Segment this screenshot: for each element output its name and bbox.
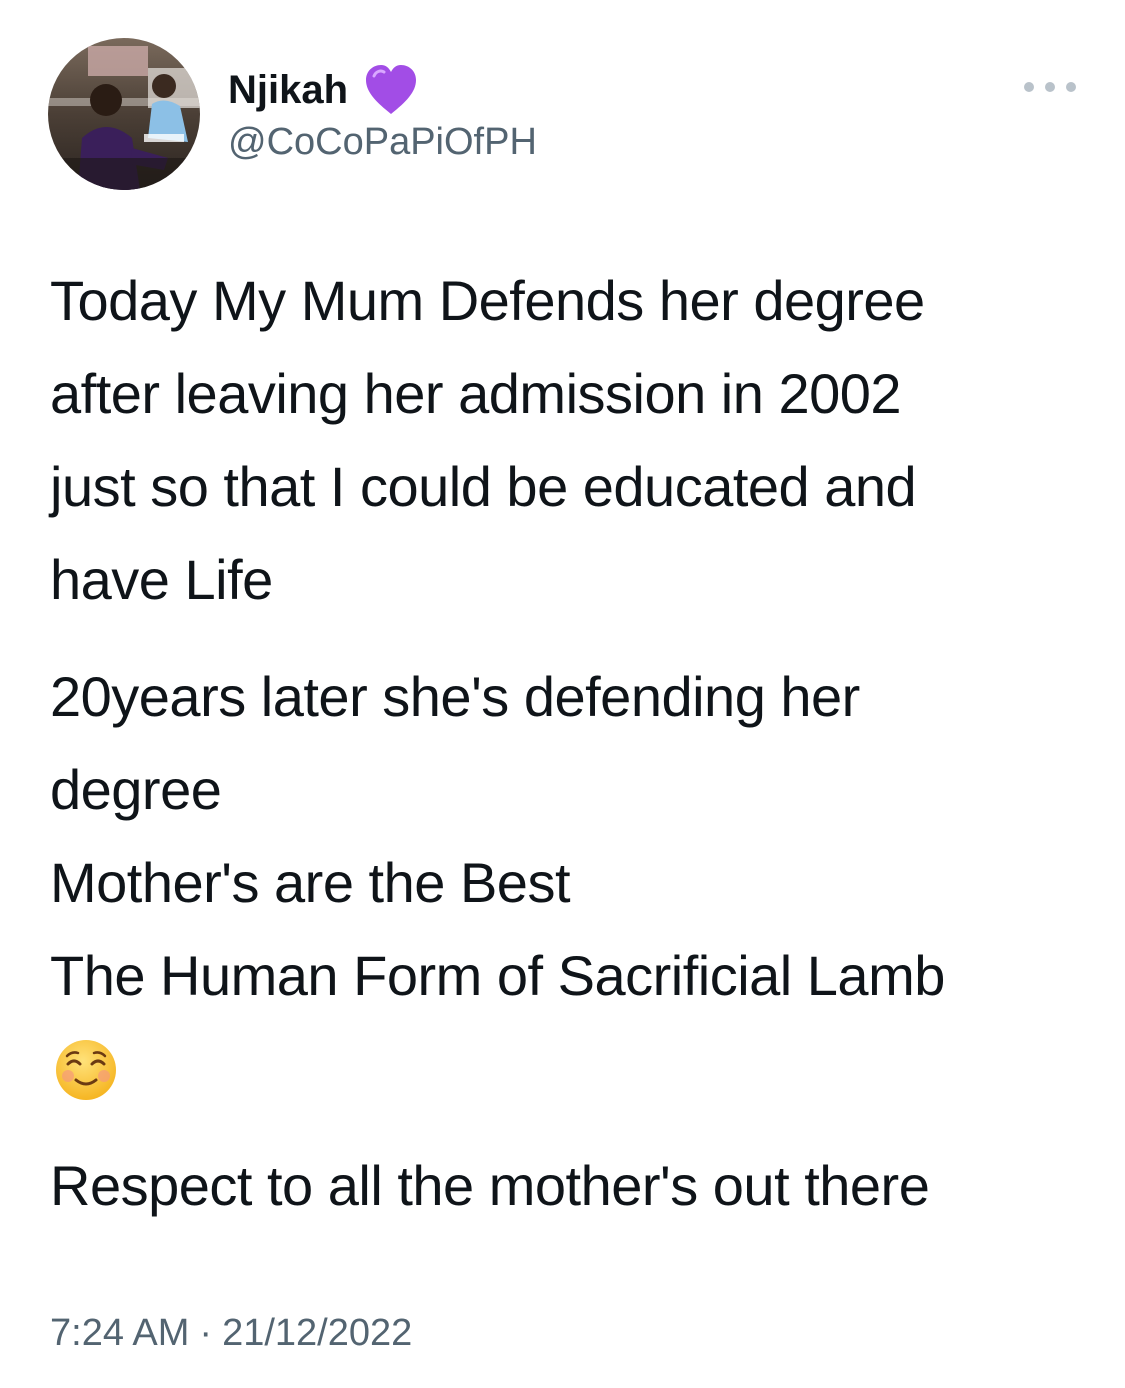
- author-name-row: Njikah: [228, 60, 418, 120]
- more-dot: [1024, 82, 1034, 92]
- tweet-date: 21/12/2022: [222, 1312, 413, 1354]
- tweet-line: Respect to all the mother's out there: [50, 1154, 930, 1217]
- tweet-time: 7:24 AM: [50, 1312, 190, 1354]
- more-dot: [1045, 82, 1055, 92]
- tweet-line: degree: [50, 758, 222, 821]
- tweet-text: Today My Mum Defends her degree after le…: [50, 254, 1090, 1232]
- avatar-photo: [48, 38, 200, 190]
- tweet-paragraph: Respect to all the mother's out there: [50, 1139, 1090, 1232]
- tweet-line: Mother's are the Best: [50, 851, 571, 914]
- purple-heart-icon: [364, 64, 418, 116]
- tweet-line: have Life: [50, 548, 273, 611]
- smiling-face-icon: [56, 1040, 116, 1100]
- author-handle[interactable]: @CoCoPaPiOfPH: [228, 118, 537, 166]
- tweet-line: Today My Mum Defends her degree: [50, 269, 925, 332]
- avatar[interactable]: [48, 38, 200, 190]
- tweet-paragraph: 20years later she's defending her degree…: [50, 650, 1090, 1115]
- more-dot: [1066, 82, 1076, 92]
- tweet-line: The Human Form of Sacrificial Lamb: [50, 944, 945, 1007]
- author-display-name[interactable]: Njikah: [228, 62, 348, 118]
- tweet-line: just so that I could be educated and: [50, 455, 917, 518]
- tweet-line: after leaving her admission in 2002: [50, 362, 902, 425]
- more-options-icon[interactable]: [1024, 72, 1076, 102]
- tweet-card: Njikah @CoCoPaPiOfPH Today My Mum Defend…: [0, 0, 1125, 1388]
- tweet-paragraph: Today My Mum Defends her degree after le…: [50, 254, 1090, 626]
- tweet-timestamp[interactable]: 7:24 AM · 21/12/2022: [50, 1308, 412, 1358]
- tweet-line: 20years later she's defending her: [50, 665, 860, 728]
- timestamp-separator: ·: [199, 1312, 213, 1354]
- emoji-line: [50, 1022, 1090, 1115]
